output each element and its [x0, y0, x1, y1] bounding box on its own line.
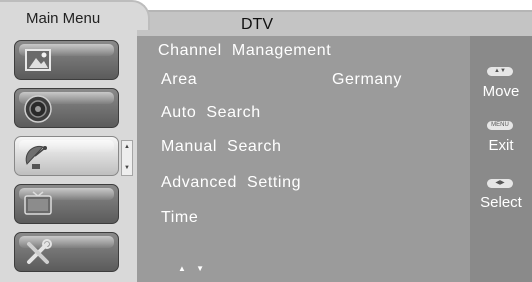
legend-move-label: Move	[482, 83, 520, 100]
menu-item-manual-search[interactable]: Manual Search	[161, 138, 281, 156]
menu-item-advanced-setting[interactable]: Advanced Setting	[161, 174, 301, 192]
category-sidebar: ▲ ▼	[0, 30, 137, 282]
menu-item-time[interactable]: Time	[161, 209, 198, 227]
area-value[interactable]: Germany	[332, 71, 402, 89]
scroll-up-arrow[interactable]: ▲	[124, 144, 130, 150]
main-menu-tab-label: Main Menu	[26, 10, 101, 27]
picture-icon	[25, 49, 51, 71]
legend-exit-label: Exit	[488, 137, 514, 154]
sidebar-item-channel[interactable]	[14, 136, 119, 176]
legend-select-label: Select	[480, 194, 522, 211]
speaker-icon	[24, 95, 52, 123]
sidebar-scrollbar[interactable]: ▲ ▼	[121, 140, 133, 176]
sidebar-item-setup[interactable]	[14, 232, 119, 272]
key-legend: ▲▼ Move MENU Exit ◀▶ Select	[470, 36, 532, 282]
menu-item-area[interactable]: Area	[161, 71, 197, 89]
tv-set-icon	[24, 191, 52, 215]
sidebar-item-picture[interactable]	[14, 40, 119, 80]
up-down-key-icon: ▲▼	[487, 67, 513, 76]
tv-osd-menu: DTV Main Menu ▲ ▼ Channel Management Are…	[0, 0, 532, 282]
sidebar-item-sound[interactable]	[14, 88, 119, 128]
menu-title: Channel Management	[158, 42, 332, 59]
menu-item-auto-search[interactable]: Auto Search	[161, 104, 261, 122]
satellite-dish-icon	[25, 145, 47, 169]
page-arrows: ▲ ▼	[178, 264, 209, 273]
sidebar-item-tv-setup[interactable]	[14, 184, 119, 224]
tools-icon	[27, 239, 52, 264]
left-right-key-icon: ◀▶	[487, 179, 513, 188]
source-tab-label: DTV	[241, 16, 273, 33]
source-tab	[137, 10, 532, 36]
channel-management-panel: Channel Management Area Germany Auto Sea…	[137, 36, 470, 282]
scroll-down-arrow[interactable]: ▼	[124, 165, 130, 171]
menu-key-icon: MENU	[487, 121, 513, 130]
